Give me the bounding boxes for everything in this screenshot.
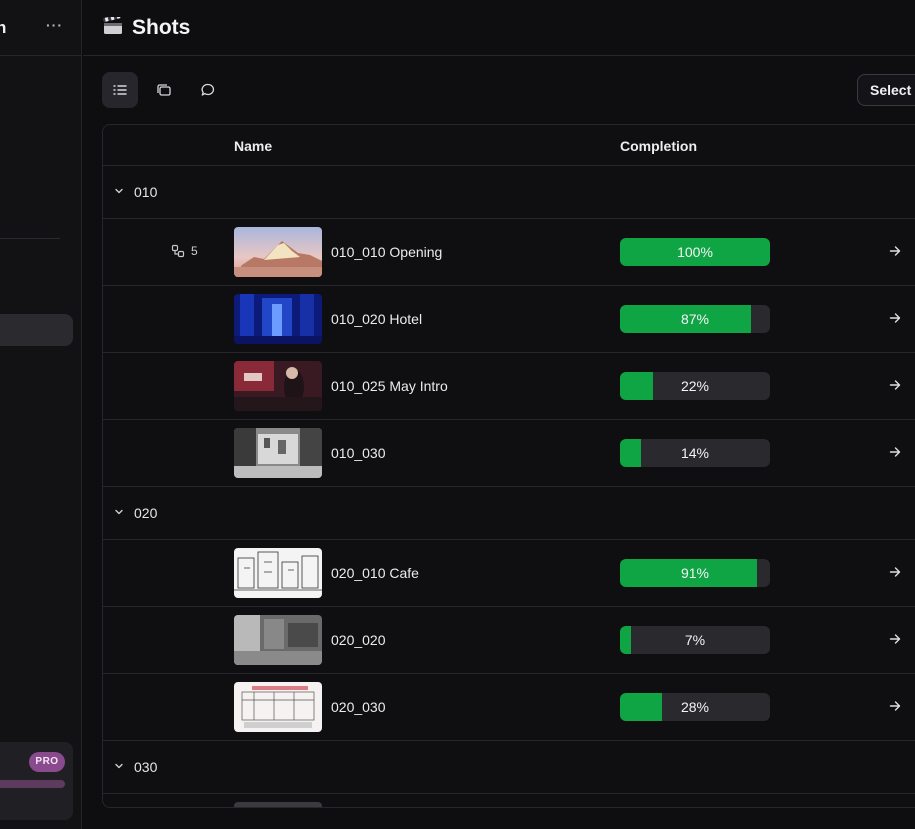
arrow-right-icon[interactable] (888, 565, 902, 579)
group-row-020[interactable]: 020 (103, 487, 915, 540)
table-row[interactable]: 010_020 Hotel 87% (103, 286, 915, 353)
more-options-icon[interactable]: ··· (46, 17, 63, 33)
completion-label: 91% (680, 565, 710, 581)
shot-thumbnail[interactable] (234, 361, 322, 411)
completion-bar: 100% (620, 238, 770, 266)
chevron-down-icon[interactable] (113, 760, 125, 772)
comments-view-button[interactable] (190, 72, 226, 108)
chevron-down-icon[interactable] (113, 185, 125, 197)
linked-shots-count: 5 (191, 244, 198, 258)
shot-thumbnail[interactable] (234, 428, 322, 478)
completion-bar: 14% (620, 439, 770, 467)
shot-name[interactable]: 010_030 (331, 445, 386, 461)
gallery-view-icon (157, 84, 171, 96)
clapperboard-icon (103, 17, 122, 34)
shot-thumbnail[interactable] (234, 227, 322, 277)
sidebar: n ··· PRO (0, 0, 82, 829)
select-button[interactable]: Select (857, 74, 915, 106)
shot-name[interactable]: 020_020 (331, 632, 386, 648)
arrow-right-icon[interactable] (888, 311, 902, 325)
link-nodes-icon (171, 244, 185, 258)
list-view-button[interactable] (102, 72, 138, 108)
page-title: Shots (132, 16, 191, 39)
page-header: Shots (83, 0, 915, 56)
linked-shots-badge[interactable]: 5 (171, 244, 198, 258)
arrow-right-icon[interactable] (888, 632, 902, 646)
sidebar-item-selected[interactable] (0, 314, 73, 346)
completion-label: 100% (677, 244, 713, 260)
column-header-name[interactable]: Name (234, 138, 272, 154)
chevron-down-icon[interactable] (113, 506, 125, 518)
shot-thumbnail[interactable] (234, 294, 322, 344)
group-label: 030 (134, 759, 158, 775)
shot-thumbnail[interactable] (234, 548, 322, 598)
shot-name[interactable]: 020_010 Cafe (331, 565, 419, 581)
completion-label: 28% (680, 699, 710, 715)
completion-bar: 91% (620, 559, 770, 587)
table-row[interactable]: 020_030 28% (103, 674, 915, 741)
group-label: 020 (134, 505, 158, 521)
shot-thumbnail[interactable] (234, 802, 322, 807)
shots-table: Name Completion 010 5 010_010 Opening 10… (102, 124, 915, 808)
comments-view-icon (201, 83, 215, 96)
table-row[interactable]: 5 010_010 Opening 100% (103, 219, 915, 286)
completion-bar: 87% (620, 305, 770, 333)
view-toolbar: Select (83, 56, 915, 124)
shot-thumbnail[interactable] (234, 615, 322, 665)
gallery-view-button[interactable] (146, 72, 182, 108)
arrow-right-icon[interactable] (888, 445, 902, 459)
completion-bar: 7% (620, 626, 770, 654)
workspace-title[interactable]: n (0, 18, 6, 38)
group-row-010[interactable]: 010 (103, 166, 915, 219)
group-label: 010 (134, 184, 158, 200)
pro-badge: PRO (29, 752, 65, 772)
completion-label: 7% (684, 632, 706, 648)
table-row[interactable]: 020_020 7% (103, 607, 915, 674)
usage-bar (0, 780, 65, 788)
table-row[interactable]: 010_025 May Intro 22% (103, 353, 915, 420)
completion-label: 22% (680, 378, 710, 394)
shot-thumbnail[interactable] (234, 682, 322, 732)
table-row[interactable]: 010_030 14% (103, 420, 915, 487)
shot-name[interactable]: 010_025 May Intro (331, 378, 448, 394)
sidebar-header: n ··· (0, 0, 81, 56)
arrow-right-icon[interactable] (888, 244, 902, 258)
completion-label: 14% (680, 445, 710, 461)
list-view-icon (113, 85, 127, 95)
completion-label: 87% (680, 311, 710, 327)
arrow-right-icon[interactable] (888, 378, 902, 392)
upgrade-card[interactable]: PRO (0, 742, 73, 820)
table-row[interactable] (103, 794, 915, 807)
table-header: Name Completion (103, 125, 915, 166)
arrow-right-icon[interactable] (888, 699, 902, 713)
completion-bar: 28% (620, 693, 770, 721)
sidebar-divider (0, 238, 60, 239)
shot-name[interactable]: 010_010 Opening (331, 244, 442, 260)
shot-name[interactable]: 010_020 Hotel (331, 311, 422, 327)
completion-bar: 22% (620, 372, 770, 400)
column-header-completion[interactable]: Completion (620, 138, 697, 154)
shot-name[interactable]: 020_030 (331, 699, 386, 715)
table-row[interactable]: 020_010 Cafe 91% (103, 540, 915, 607)
group-row-030[interactable]: 030 (103, 741, 915, 794)
